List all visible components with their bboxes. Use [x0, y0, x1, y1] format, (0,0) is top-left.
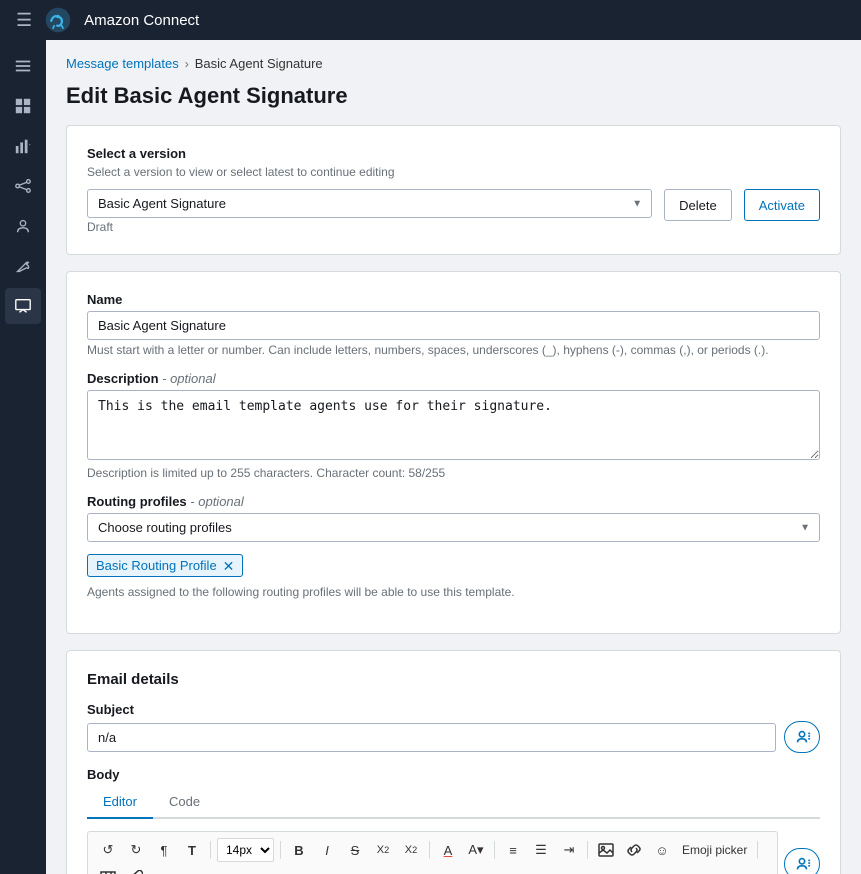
- toolbar-attachment[interactable]: [124, 866, 148, 874]
- toolbar-table[interactable]: [96, 866, 120, 874]
- toolbar-link[interactable]: [622, 838, 646, 862]
- subject-row: [87, 721, 820, 753]
- subject-input[interactable]: [87, 723, 776, 752]
- description-hint: Description is limited up to 255 charact…: [87, 466, 820, 480]
- version-subtext: Draft: [87, 220, 652, 234]
- routing-tag-label: Basic Routing Profile: [96, 558, 217, 573]
- editor-toolbar: ↺ ↻ ¶ T 14px 12px 16px 18px B I: [87, 831, 778, 874]
- toolbar-redo[interactable]: ↻: [124, 838, 148, 862]
- toolbar-bold[interactable]: B: [287, 838, 311, 862]
- toolbar-paragraph[interactable]: ¶: [152, 838, 176, 862]
- details-panel: Name Must start with a letter or number.…: [66, 271, 841, 634]
- sidebar-item-tools[interactable]: [5, 248, 41, 284]
- sidebar-item-menu[interactable]: [5, 48, 41, 84]
- toolbar-divider-5: [587, 841, 588, 859]
- toolbar-undo[interactable]: ↺: [96, 838, 120, 862]
- sidebar-item-analytics[interactable]: [5, 128, 41, 164]
- version-select[interactable]: Basic Agent Signature: [87, 189, 652, 218]
- sidebar-item-routing[interactable]: [5, 168, 41, 204]
- logo-icon: [44, 6, 72, 34]
- toolbar-row: ↺ ↻ ¶ T 14px 12px 16px 18px B I: [87, 831, 820, 874]
- version-panel: Select a version Select a version to vie…: [66, 125, 841, 255]
- email-details-panel: Email details Subject: [66, 650, 841, 874]
- routing-field: Routing profiles - optional Choose routi…: [87, 494, 820, 599]
- toolbar-indent[interactable]: ⇥: [557, 838, 581, 862]
- version-row: Basic Agent Signature Draft Delete Activ…: [87, 189, 820, 234]
- description-label: Description - optional: [87, 371, 820, 386]
- body-label: Body: [87, 767, 820, 782]
- toolbar-text-style[interactable]: T: [180, 838, 204, 862]
- activate-button[interactable]: Activate: [744, 189, 820, 221]
- delete-button[interactable]: Delete: [664, 189, 732, 221]
- sidebar-item-messages[interactable]: [5, 288, 41, 324]
- routing-select-wrapper: Choose routing profiles: [87, 513, 820, 542]
- sidebar-item-users[interactable]: [5, 208, 41, 244]
- font-size-select[interactable]: 14px 12px 16px 18px: [217, 838, 274, 862]
- top-nav: ☰ Amazon Connect: [0, 0, 861, 40]
- toolbar-divider-2: [280, 841, 281, 859]
- editor-tabs: Editor Code: [87, 786, 820, 819]
- version-dropdown-wrap: Basic Agent Signature Draft: [87, 189, 652, 234]
- version-sublabel: Select a version to view or select lates…: [87, 165, 820, 179]
- toolbar-image[interactable]: [594, 838, 618, 862]
- toolbar-emoji-label[interactable]: Emoji picker: [678, 838, 751, 862]
- tab-editor[interactable]: Editor: [87, 786, 153, 819]
- name-hint: Must start with a letter or number. Can …: [87, 343, 820, 357]
- routing-select[interactable]: Choose routing profiles: [87, 513, 820, 542]
- routing-label: Routing profiles - optional: [87, 494, 820, 509]
- routing-agents-note: Agents assigned to the following routing…: [87, 585, 820, 599]
- body-field: Body Editor Code ↺ ↻ ¶ T 14px 12px: [87, 767, 820, 874]
- breadcrumb-current: Basic Agent Signature: [195, 56, 323, 71]
- tab-code[interactable]: Code: [153, 786, 216, 819]
- breadcrumb: Message templates › Basic Agent Signatur…: [66, 56, 841, 71]
- subject-label: Subject: [87, 702, 820, 717]
- toolbar-list[interactable]: ☰: [529, 838, 553, 862]
- hamburger-icon[interactable]: ☰: [16, 10, 32, 31]
- version-select-wrapper: Basic Agent Signature: [87, 189, 652, 218]
- description-optional: - optional: [162, 371, 215, 386]
- name-field: Name Must start with a letter or number.…: [87, 292, 820, 357]
- routing-tag: Basic Routing Profile ✕: [87, 554, 243, 577]
- toolbar-superscript[interactable]: X2: [371, 838, 395, 862]
- toolbar-highlight[interactable]: A▾: [464, 838, 488, 862]
- email-details-label: Email details: [87, 671, 820, 688]
- subject-field: Subject: [87, 702, 820, 753]
- toolbar-subscript[interactable]: X2: [399, 838, 423, 862]
- toolbar-divider-3: [429, 841, 430, 859]
- page-title: Edit Basic Agent Signature: [66, 83, 841, 109]
- body-persona-button[interactable]: [784, 848, 820, 874]
- description-input[interactable]: This is the email template agents use fo…: [87, 390, 820, 460]
- name-input[interactable]: [87, 311, 820, 340]
- app-title: Amazon Connect: [84, 12, 199, 29]
- name-label: Name: [87, 292, 820, 307]
- version-label: Select a version: [87, 146, 820, 161]
- toolbar-strikethrough[interactable]: S: [343, 838, 367, 862]
- description-field: Description - optional This is the email…: [87, 371, 820, 480]
- toolbar-divider-1: [210, 841, 211, 859]
- toolbar-italic[interactable]: I: [315, 838, 339, 862]
- sidebar: [0, 40, 46, 874]
- routing-tag-remove[interactable]: ✕: [223, 559, 235, 573]
- sidebar-item-dashboard[interactable]: [5, 88, 41, 124]
- main-content: Message templates › Basic Agent Signatur…: [46, 40, 861, 874]
- toolbar-font-color[interactable]: A: [436, 838, 460, 862]
- routing-optional: - optional: [190, 494, 243, 509]
- breadcrumb-separator: ›: [185, 57, 189, 71]
- toolbar-emoji[interactable]: ☺: [650, 838, 674, 862]
- breadcrumb-link[interactable]: Message templates: [66, 56, 179, 71]
- subject-persona-button[interactable]: [784, 721, 820, 753]
- toolbar-divider-6: [757, 841, 758, 859]
- toolbar-align[interactable]: ≡: [501, 838, 525, 862]
- toolbar-divider-4: [494, 841, 495, 859]
